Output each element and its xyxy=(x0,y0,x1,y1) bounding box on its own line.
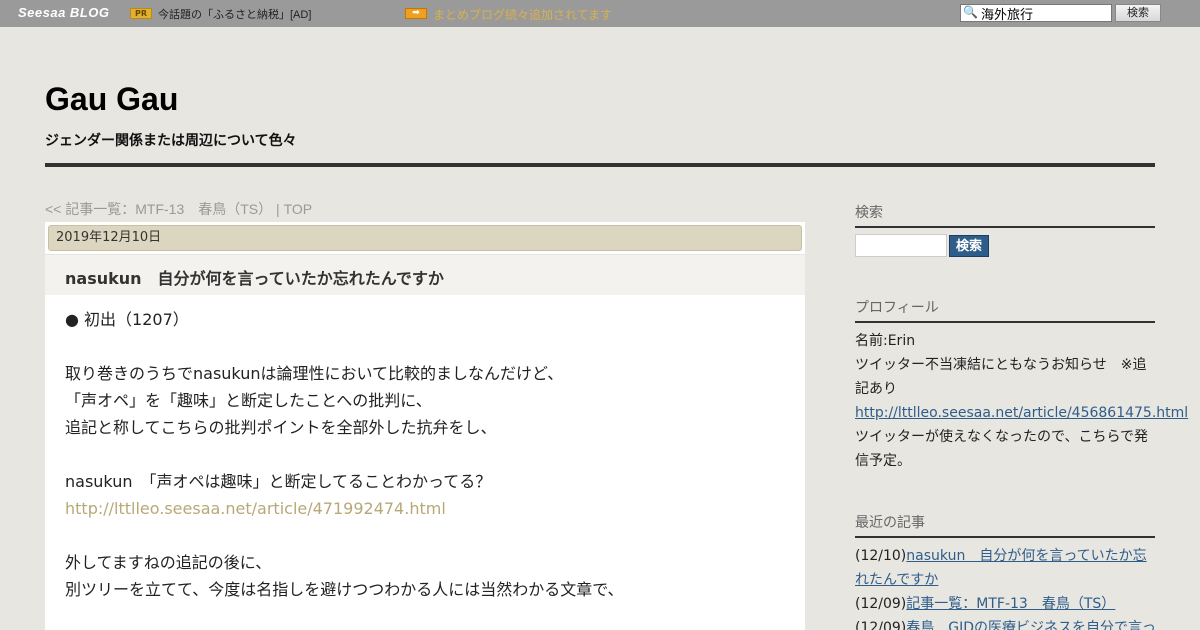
recent-date: (12/10) xyxy=(855,548,907,564)
matome-blog-link[interactable]: まとめブログ続々追加されてます xyxy=(433,6,612,23)
article-title-bar: nasukun 自分が何を言っていたか忘れたんですか xyxy=(45,254,805,295)
sidebar-search-heading: 検索 xyxy=(855,202,1155,228)
top-search-button[interactable]: 検索 xyxy=(1115,4,1161,22)
list-item: (12/10)nasukun 自分が何を言っていたか忘れたんですか xyxy=(855,544,1155,592)
recent-date: (12/09) xyxy=(855,620,907,630)
article-title[interactable]: nasukun 自分が何を言っていたか忘れたんですか xyxy=(65,265,444,289)
body-line xyxy=(65,441,785,468)
blog-title[interactable]: Gau Gau xyxy=(45,81,178,118)
recent-date: (12/09) xyxy=(855,596,907,612)
sidebar-recent-heading: 最近の記事 xyxy=(855,512,1155,538)
article-date: 2019年12月10日 xyxy=(48,225,802,251)
list-item: (12/09)春鳥 GIDの医療ビジネスを自分で言っ xyxy=(855,616,1155,630)
recent-article-link[interactable]: 春鳥 GIDの医療ビジネスを自分で言っ xyxy=(906,620,1155,630)
sidebar-search-button[interactable]: 検索 xyxy=(949,235,989,257)
body-line xyxy=(65,333,785,360)
top-link[interactable]: TOP xyxy=(284,201,313,217)
arrow-right-icon: ➡ xyxy=(405,8,427,19)
profile-section: 名前:Erin ツイッター不当凍結にともなうお知らせ ※追記あり http://… xyxy=(855,329,1188,473)
top-search-input[interactable] xyxy=(981,5,1109,21)
body-line: nasukun 「声オペは趣味」と断定してることわかってる？ xyxy=(65,472,492,491)
body-line: 追記と称してこちらの批判ポイントを全部外した抗弁をし、 xyxy=(65,418,497,437)
body-line: ● 初出（1207） xyxy=(65,310,189,329)
profile-notice: ツイッター不当凍結にともなうお知らせ ※追記あり xyxy=(855,357,1147,397)
article-link[interactable]: http://lttlleo.seesaa.net/article/471992… xyxy=(65,495,785,522)
blog-description: ジェンダー関係または周辺について色々 xyxy=(45,133,297,149)
top-bar: Seesaa BLOG PR 今話題の「ふるさと納税」[AD] ➡ まとめブログ… xyxy=(0,0,1200,27)
profile-note: ツイッターが使えなくなったので、こちらで発信予定。 xyxy=(855,429,1149,469)
search-icon: 🔍 xyxy=(963,5,978,19)
profile-name: 名前:Erin xyxy=(855,333,916,349)
prev-article-link[interactable]: << 記事一覧：MTF-13 春鳥（TS） xyxy=(45,201,272,217)
body-line: 別ツリーを立てて、今度は名指しを避けつつわかる人には当然わかる文章で、 xyxy=(65,580,624,599)
top-search-box: 🔍 xyxy=(960,4,1112,22)
seesaa-blog-logo[interactable]: Seesaa BLOG xyxy=(18,5,110,20)
recent-articles: (12/10)nasukun 自分が何を言っていたか忘れたんですか (12/09… xyxy=(855,544,1155,630)
body-line: 「声オペ」を「趣味」と断定したことへの批判に、 xyxy=(65,391,432,410)
article: 2019年12月10日 nasukun 自分が何を言っていたか忘れたんですか ●… xyxy=(45,222,805,630)
body-line: 取り巻きのうちでnasukunは論理性において比較的ましなんだけど、 xyxy=(65,364,564,383)
breadcrumb: << 記事一覧：MTF-13 春鳥（TS） | TOP xyxy=(45,199,312,219)
pr-badge: PR xyxy=(130,8,152,19)
body-line xyxy=(65,522,785,549)
breadcrumb-separator: | xyxy=(272,201,284,217)
recent-article-link[interactable]: 記事一覧：MTF-13 春鳥（TS） xyxy=(906,596,1115,612)
header-divider xyxy=(45,163,1155,167)
list-item: (12/09)記事一覧：MTF-13 春鳥（TS） xyxy=(855,592,1155,616)
pr-ad-link[interactable]: 今話題の「ふるさと納税」[AD] xyxy=(158,6,311,22)
profile-link[interactable]: http://lttlleo.seesaa.net/article/456861… xyxy=(855,401,1188,425)
body-line: 外してますねの追記の後に、 xyxy=(65,553,272,572)
sidebar-profile-heading: プロフィール xyxy=(855,297,1155,323)
sidebar-search-input[interactable] xyxy=(855,234,947,257)
article-body: ● 初出（1207） 取り巻きのうちでnasukunは論理性において比較的ましな… xyxy=(65,306,785,603)
